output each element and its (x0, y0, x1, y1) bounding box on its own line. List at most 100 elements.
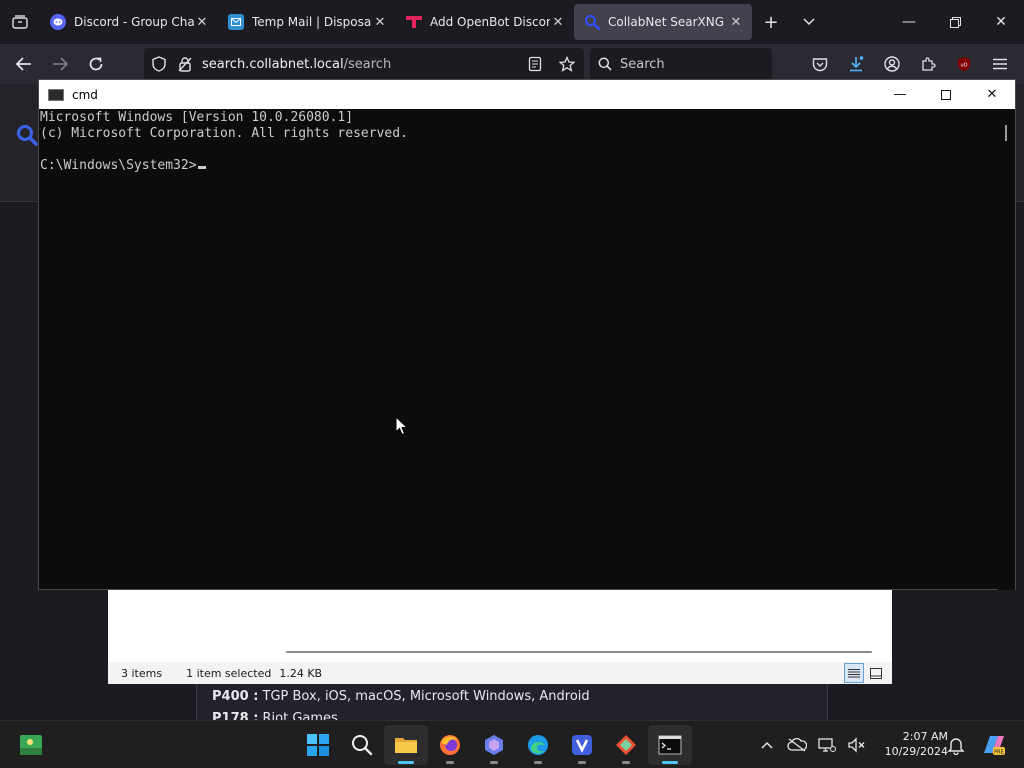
system-tray (752, 729, 872, 761)
tiles-view-button[interactable] (866, 663, 886, 683)
close-tab-icon[interactable]: ✕ (372, 14, 388, 30)
reader-view-icon[interactable] (524, 53, 546, 75)
extensions-button[interactable] (910, 48, 946, 80)
close-icon: ✕ (995, 14, 1007, 30)
show-hidden-icons-button[interactable] (752, 729, 782, 761)
property-row: P400 : TGP Box, iOS, macOS, Microsoft Wi… (212, 684, 827, 706)
volume-muted-icon[interactable] (842, 729, 872, 761)
search-icon (598, 57, 612, 71)
close-tab-icon[interactable]: ✕ (728, 14, 744, 30)
copilot-app-icon[interactable] (472, 725, 516, 765)
tab-collabnet-searxng[interactable]: CollabNet SearXNG ✕ (574, 4, 752, 40)
minimize-button[interactable]: — (886, 0, 932, 44)
chevron-down-icon (803, 18, 815, 26)
vivaldi-icon[interactable] (560, 725, 604, 765)
cmd-title-bar[interactable]: cmd — ✕ (39, 80, 1015, 109)
shield-icon[interactable] (148, 53, 170, 75)
close-tab-icon[interactable]: ✕ (550, 14, 566, 30)
search-bar[interactable]: Search (590, 48, 772, 80)
toolbar-actions: uO (802, 48, 1018, 80)
puzzle-icon (922, 57, 936, 71)
git-icon[interactable] (604, 725, 648, 765)
horizontal-scrollbar[interactable] (268, 648, 874, 656)
reload-button[interactable] (78, 48, 114, 80)
tab-overview-button[interactable] (0, 0, 40, 44)
onedrive-offline-icon[interactable] (782, 729, 812, 761)
browser-tab-bar: Discord - Group Chat T ✕ Temp Mail | Dis… (0, 0, 1024, 44)
url-path: /search (343, 56, 392, 72)
ublock-origin-icon: uO (958, 57, 970, 71)
tab-title: Add OpenBot Discord B (430, 15, 550, 29)
file-explorer-icon[interactable] (384, 725, 428, 765)
windows-start-icon[interactable] (296, 725, 340, 765)
svg-text:PRE: PRE (994, 750, 1004, 756)
tab-title: Temp Mail | Disposable (252, 15, 372, 29)
forward-button[interactable] (42, 48, 78, 80)
page-result-properties: P400 : TGP Box, iOS, macOS, Microsoft Wi… (196, 684, 828, 726)
cmd-window[interactable]: cmd — ✕ Microsoft Windows [Version 10.0.… (38, 79, 1016, 590)
firefox-icon[interactable] (428, 725, 472, 765)
tab-openbot[interactable]: Add OpenBot Discord B ✕ (396, 4, 574, 40)
taskbar-apps (296, 725, 692, 765)
back-arrow-icon (16, 57, 31, 71)
openbot-icon (406, 14, 422, 30)
details-view-button[interactable] (844, 663, 864, 683)
app-menu-button[interactable] (982, 48, 1018, 80)
cmd-maximize-button[interactable] (923, 80, 969, 109)
cmd-app-icon (48, 88, 64, 101)
url-text[interactable]: search.collabnet.local/search (202, 57, 520, 72)
account-button[interactable] (874, 48, 910, 80)
scrollbar-thumb[interactable] (286, 651, 872, 653)
list-all-tabs-button[interactable] (790, 4, 828, 40)
system-clock[interactable]: 2:07 AM 10/29/2024 (872, 729, 948, 761)
clock-date: 10/29/2024 (884, 745, 948, 758)
cmd-window-title: cmd (72, 87, 98, 102)
view-toggle (842, 663, 886, 683)
address-bar[interactable]: search.collabnet.local/search (144, 48, 584, 80)
edge-icon[interactable] (516, 725, 560, 765)
svg-text:uO: uO (960, 63, 967, 69)
bookmark-star-icon[interactable] (556, 53, 578, 75)
active-indicator (662, 761, 678, 764)
notification-bell-icon[interactable] (946, 735, 966, 755)
close-tab-icon[interactable]: ✕ (194, 14, 210, 30)
tab-overview-icon (12, 15, 28, 29)
browser-navigation-bar: search.collabnet.local/search Search uO (0, 44, 1024, 84)
search-icon (584, 14, 600, 30)
items-count: 3 items (121, 666, 163, 680)
terminal-icon[interactable] (648, 725, 692, 765)
cmd-close-button[interactable]: ✕ (969, 80, 1015, 109)
cmd-console-output[interactable]: Microsoft Windows [Version 10.0.26080.1]… (39, 109, 999, 590)
close-icon: ✕ (986, 87, 998, 102)
scrollbar-thumb[interactable] (1005, 125, 1007, 141)
clock-time: 2:07 AM (902, 730, 948, 743)
downloads-button[interactable] (838, 48, 874, 80)
lock-warning-icon[interactable] (174, 53, 196, 75)
chevron-up-icon (761, 741, 773, 749)
url-host: search.collabnet.local (202, 56, 344, 72)
mouse-pointer-icon (395, 416, 409, 436)
file-explorer-window: 3 items 1 item selected 1.24 KB (108, 589, 892, 684)
widgets-icon[interactable] (18, 732, 44, 758)
tab-temp-mail[interactable]: Temp Mail | Disposable ✕ (218, 4, 396, 40)
new-tab-button[interactable]: + (752, 4, 790, 40)
ublock-origin-button[interactable]: uO (946, 48, 982, 80)
text-cursor (197, 166, 206, 169)
tab-discord[interactable]: Discord - Group Chat T ✕ (40, 4, 218, 40)
tiles-view-icon (870, 667, 882, 679)
cmd-minimize-button[interactable]: — (877, 80, 923, 109)
network-icon[interactable] (812, 729, 842, 761)
back-button[interactable] (6, 48, 42, 80)
cmd-vertical-scrollbar[interactable] (998, 109, 1015, 590)
console-line: (c) Microsoft Corporation. All rights re… (40, 126, 408, 141)
close-button[interactable]: ✕ (978, 0, 1024, 44)
restore-icon (949, 16, 961, 28)
details-view-icon (848, 669, 860, 678)
copilot-icon[interactable]: PRE (980, 733, 1006, 757)
plus-icon: + (763, 11, 779, 33)
browser-window-controls: — ✕ (886, 0, 1024, 44)
restore-button[interactable] (932, 0, 978, 44)
hamburger-menu-icon (993, 58, 1007, 70)
pocket-button[interactable] (802, 48, 838, 80)
search-icon[interactable] (340, 725, 384, 765)
